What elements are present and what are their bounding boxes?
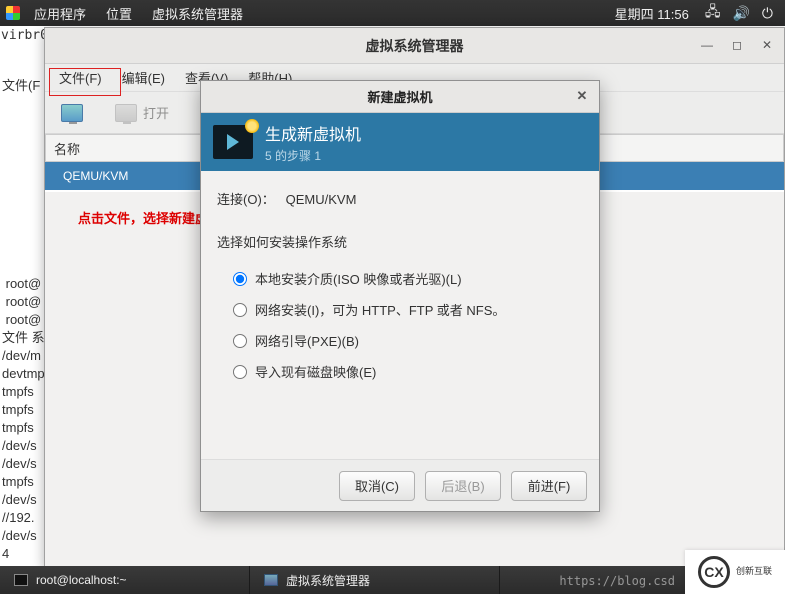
- radio-net-label: 网络安装(I)，可为 HTTP、FTP 或者 NFS。: [255, 300, 505, 319]
- back-button: 后退(B): [425, 471, 501, 501]
- radio-import-input[interactable]: [233, 365, 247, 379]
- power-icon[interactable]: ⏻: [756, 5, 779, 22]
- vmm-titlebar: 虚拟系统管理器 — ◻ ✕: [45, 28, 784, 64]
- menu-edit[interactable]: 编辑(E): [112, 64, 175, 91]
- terminal-icon: [14, 574, 28, 586]
- terminal-virbr: virbr0: [1, 27, 48, 45]
- maximize-button[interactable]: ◻: [726, 34, 748, 56]
- dialog-close-button[interactable]: ✕: [573, 87, 591, 105]
- connection-name: QEMU/KVM: [63, 169, 128, 183]
- radio-import-disk[interactable]: 导入现有磁盘映像(E): [217, 356, 583, 387]
- taskbar-terminal[interactable]: root@localhost:~: [0, 566, 250, 594]
- radio-net-input[interactable]: [233, 303, 247, 317]
- open-vm-icon: [115, 104, 137, 122]
- radio-import-label: 导入现有磁盘映像(E): [255, 362, 376, 381]
- watermark-logo: CX: [698, 556, 730, 588]
- terminal-left-lines: root@ root@ root@ 文件 系 /dev/m devtmp tmp…: [2, 257, 45, 566]
- minimize-button[interactable]: —: [696, 34, 718, 56]
- dialog-title: 新建虚拟机: [367, 87, 432, 106]
- taskbar-terminal-label: root@localhost:~: [36, 573, 127, 587]
- watermark-text: 创新互联: [736, 567, 772, 577]
- connection-value: QEMU/KVM: [286, 192, 357, 207]
- network-icon[interactable]: 🖧: [699, 1, 727, 25]
- gnome-top-panel: 应用程序 位置 虚拟系统管理器 星期四 11:56 🖧 🔊 ⏻: [0, 0, 785, 26]
- install-choose-label: 选择如何安装操作系统: [217, 232, 583, 251]
- connection-label: 连接(O)：: [217, 192, 275, 207]
- new-vm-dialog: 新建虚拟机 ✕ 生成新虚拟机 5 的步骤 1 连接(O)： QEMU/KVM 选…: [200, 80, 600, 512]
- radio-network-install[interactable]: 网络安装(I)，可为 HTTP、FTP 或者 NFS。: [217, 294, 583, 325]
- play-icon: [227, 134, 239, 150]
- taskbar-vmm[interactable]: 虚拟系统管理器: [250, 566, 500, 594]
- vmm-title: 虚拟系统管理器: [366, 36, 464, 56]
- dialog-footer: 取消(C) 后退(B) 前进(F): [201, 459, 599, 511]
- new-vm-icon: [61, 104, 83, 122]
- taskbar-vmm-label: 虚拟系统管理器: [286, 572, 370, 589]
- panel-places[interactable]: 位置: [96, 4, 142, 23]
- radio-local-media[interactable]: 本地安装介质(ISO 映像或者光驱)(L): [217, 263, 583, 294]
- vm-icon: [213, 125, 253, 159]
- panel-clock[interactable]: 星期四 11:56: [605, 4, 699, 23]
- activities-icon: [6, 6, 20, 20]
- back-file-menu: 文件(F: [2, 77, 40, 95]
- radio-local-input[interactable]: [233, 272, 247, 286]
- open-label: 打开: [143, 103, 169, 122]
- col-name: 名称: [54, 139, 80, 158]
- close-button[interactable]: ✕: [756, 34, 778, 56]
- dialog-header-title: 生成新虚拟机: [265, 121, 361, 145]
- radio-local-label: 本地安装介质(ISO 映像或者光驱)(L): [255, 269, 462, 288]
- dialog-body: 连接(O)： QEMU/KVM 选择如何安装操作系统 本地安装介质(ISO 映像…: [201, 171, 599, 459]
- brand-watermark: CX 创新互联: [685, 550, 785, 594]
- volume-icon[interactable]: 🔊: [726, 5, 755, 22]
- radio-pxe-label: 网络引导(PXE)(B): [255, 331, 359, 350]
- vmm-taskbar-icon: [264, 574, 278, 586]
- panel-vmm[interactable]: 虚拟系统管理器: [142, 4, 253, 23]
- open-vm-button: 打开: [107, 99, 177, 126]
- radio-pxe[interactable]: 网络引导(PXE)(B): [217, 325, 583, 356]
- dialog-titlebar: 新建虚拟机 ✕: [201, 81, 599, 113]
- dialog-header: 生成新虚拟机 5 的步骤 1: [201, 113, 599, 171]
- new-vm-button[interactable]: [53, 100, 91, 126]
- menu-file[interactable]: 文件(F): [49, 64, 112, 91]
- panel-apps[interactable]: 应用程序: [24, 4, 96, 23]
- forward-button[interactable]: 前进(F): [511, 471, 587, 501]
- cancel-button[interactable]: 取消(C): [339, 471, 415, 501]
- radio-pxe-input[interactable]: [233, 334, 247, 348]
- dialog-step-label: 5 的步骤 1: [265, 147, 361, 164]
- star-icon: [245, 119, 259, 133]
- csdn-watermark-text: https://blog.csd: [559, 574, 675, 588]
